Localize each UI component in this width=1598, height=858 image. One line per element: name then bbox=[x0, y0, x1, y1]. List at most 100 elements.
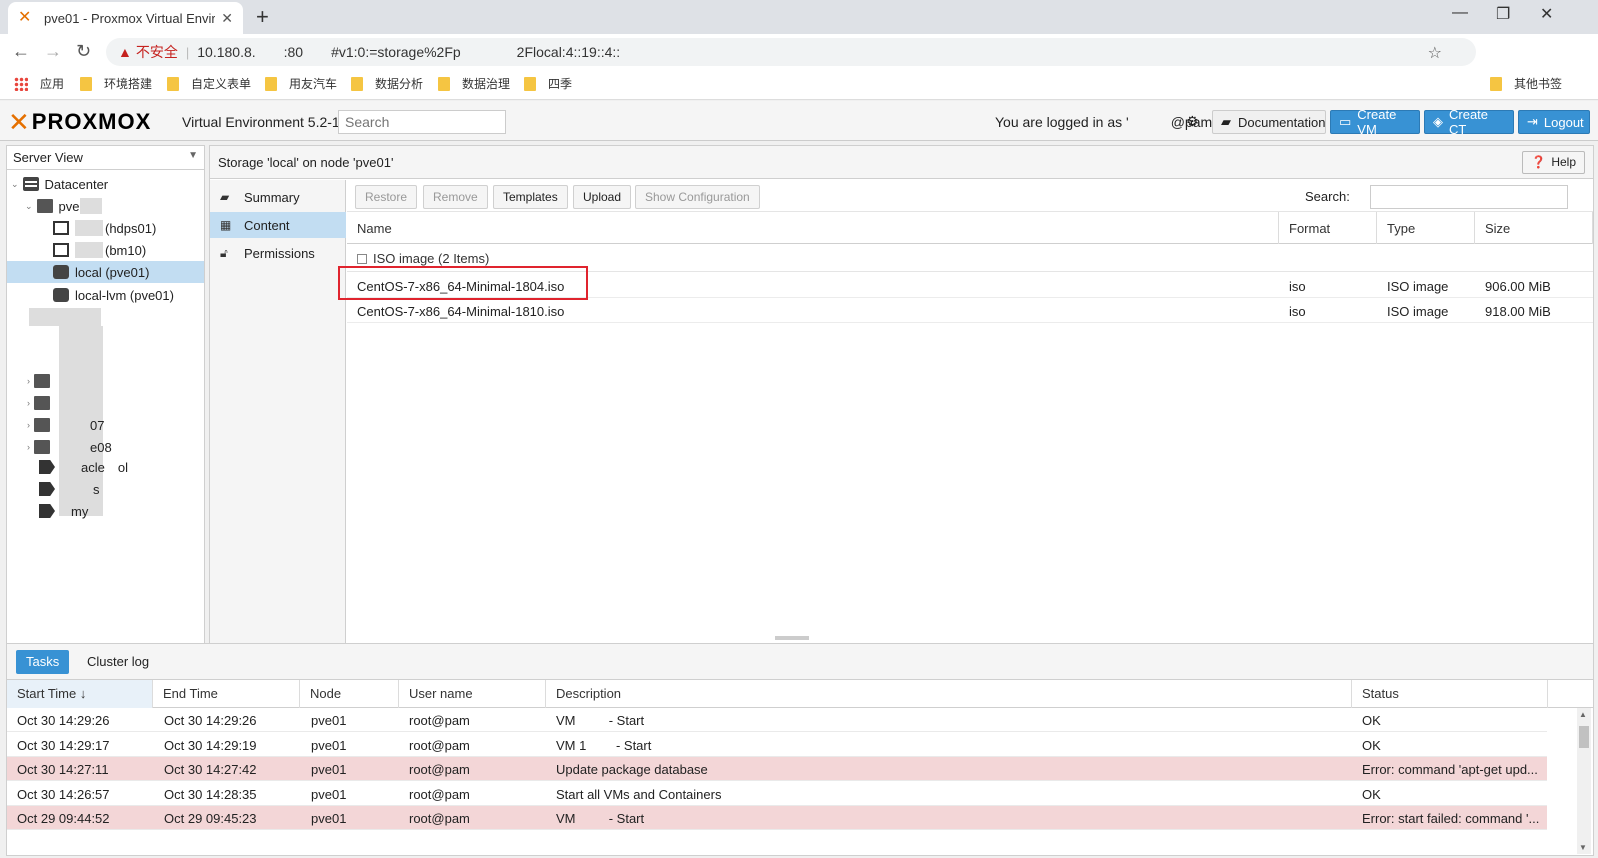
templates-button[interactable]: Templates bbox=[493, 185, 568, 209]
logout-button[interactable]: ⇥ Logout bbox=[1518, 110, 1590, 134]
insecure-label: 不安全 bbox=[135, 44, 178, 60]
documentation-button[interactable]: ▰ Documentation bbox=[1212, 110, 1326, 134]
view-selector[interactable]: Server View ▼ bbox=[7, 146, 204, 170]
column-header-status[interactable]: Status bbox=[1352, 680, 1548, 708]
tree-item-storage-local[interactable]: local (pve01) bbox=[7, 261, 204, 283]
task-row[interactable]: Oct 30 14:27:11 Oct 30 14:27:42 pve01 root@… bbox=[7, 757, 1547, 782]
folder-icon bbox=[351, 76, 363, 91]
upload-button[interactable]: Upload bbox=[573, 185, 632, 209]
bookmark-folder[interactable]: 自定义表单 bbox=[167, 75, 251, 92]
bookmark-label: 应用 bbox=[40, 77, 65, 91]
scroll-down-icon[interactable]: ▼ bbox=[1579, 843, 1587, 852]
restore-button[interactable]: Restore bbox=[355, 185, 418, 209]
bookmark-folder[interactable]: 四季 bbox=[524, 75, 572, 92]
task-row[interactable]: Oct 30 14:29:17 Oct 30 14:29:19 pve01 root@… bbox=[7, 733, 1547, 757]
menu-item-content[interactable]: ▦ Content bbox=[210, 212, 346, 238]
annotation-highlight-box bbox=[338, 266, 588, 300]
task-cell-start: Oct 29 09:44:52 bbox=[17, 811, 110, 827]
panel-title-bar: Storage 'local' on node 'pve01' ❓ Help bbox=[210, 146, 1593, 179]
tree-label: e08 bbox=[90, 439, 112, 455]
tree-item-pool[interactable]: acle ol bbox=[39, 456, 128, 478]
table-row[interactable]: CentOS-7-x86_64-Minimal-1810.iso iso ISO… bbox=[347, 299, 1593, 323]
bookmark-folder[interactable]: 数据分析 bbox=[351, 75, 423, 92]
menu-item-summary[interactable]: ▰ Summary bbox=[210, 184, 346, 210]
folder-icon bbox=[1490, 76, 1502, 91]
minimize-icon[interactable]: — bbox=[1452, 4, 1468, 22]
task-cell-status: Error: command 'apt-get upd... bbox=[1362, 762, 1538, 778]
reload-button[interactable]: ↻ bbox=[76, 41, 91, 62]
tree-item-vm[interactable]: (hdps01) bbox=[53, 217, 156, 239]
tasks-scrollbar[interactable]: ▲ ▼ bbox=[1577, 708, 1591, 854]
show-configuration-button[interactable]: Show Configuration bbox=[635, 185, 760, 209]
tag-icon bbox=[39, 482, 55, 496]
tree-item-node[interactable]: › bbox=[27, 392, 56, 414]
tree-item-node[interactable]: › 07 bbox=[27, 414, 104, 436]
search-input[interactable] bbox=[338, 110, 506, 134]
tree-item-node[interactable]: › e08 bbox=[27, 436, 112, 458]
column-header-start-time[interactable]: Start Time ↓ bbox=[7, 680, 153, 708]
bookmark-folder[interactable]: 用友汽车 bbox=[265, 75, 337, 92]
cell-size: 918.00 MiB bbox=[1485, 304, 1551, 319]
bookmark-folder[interactable]: 环境搭建 bbox=[80, 75, 152, 92]
browser-tab[interactable]: ✕ pve01 - Proxmox Virtual Enviró ✕ bbox=[8, 2, 243, 34]
bookmark-label: 数据分析 bbox=[375, 77, 424, 91]
task-row[interactable]: Oct 29 09:44:52 Oct 29 09:45:23 pve01 root@… bbox=[7, 806, 1547, 831]
bookmark-folder[interactable]: 数据治理 bbox=[438, 75, 510, 92]
column-header-node[interactable]: Node bbox=[300, 680, 399, 708]
resource-tree: Server View ▼ ⌄ Datacenter ⌄ pve (hdps01… bbox=[6, 145, 205, 650]
column-header-description[interactable]: Description bbox=[546, 680, 1352, 708]
tree-label: 07 bbox=[90, 417, 105, 433]
scroll-up-icon[interactable]: ▲ bbox=[1579, 710, 1587, 719]
collapse-group-icon[interactable] bbox=[357, 254, 367, 264]
view-selector-value: Server View bbox=[13, 150, 83, 165]
column-header-type[interactable]: Type bbox=[1377, 212, 1475, 244]
menu-item-permissions[interactable]: 🔓︎ Permissions bbox=[210, 240, 346, 266]
url-separator: | bbox=[185, 44, 190, 60]
gear-icon[interactable]: ⚙ bbox=[1186, 113, 1199, 130]
content-search-input[interactable] bbox=[1370, 185, 1568, 209]
close-window-icon[interactable]: ✕ bbox=[1540, 4, 1553, 24]
help-button[interactable]: ❓ Help bbox=[1522, 151, 1585, 174]
task-cell-desc: VM 1 - Start bbox=[556, 737, 652, 753]
remove-button[interactable]: Remove bbox=[423, 185, 488, 209]
server-icon bbox=[34, 396, 50, 410]
column-header-format[interactable]: Format bbox=[1279, 212, 1377, 244]
tree-item-node[interactable]: ⌄ pve bbox=[25, 195, 102, 217]
expand-icon: › bbox=[27, 442, 30, 452]
documentation-label: Documentation bbox=[1238, 114, 1326, 130]
scrollbar-thumb[interactable] bbox=[1579, 726, 1589, 748]
task-row[interactable]: Oct 30 14:26:57 Oct 30 14:28:35 pve01 root@… bbox=[7, 782, 1547, 806]
bookmark-star-icon[interactable]: ☆ bbox=[1428, 43, 1442, 63]
create-vm-button[interactable]: ▭ Create VM bbox=[1330, 107, 1420, 137]
browser-tab-title: pve01 - Proxmox Virtual Enviró bbox=[44, 10, 216, 26]
bookmark-apps[interactable]: 应用 bbox=[14, 75, 64, 92]
task-row[interactable]: Oct 30 14:29:26 Oct 30 14:29:26 pve01 root@… bbox=[7, 708, 1547, 732]
url-field[interactable]: ▲ 不安全 | 10.180.8. :80 #v1:0:=storage%2Fp… bbox=[106, 38, 1476, 66]
column-header-name[interactable]: Name bbox=[347, 212, 1279, 244]
column-header-user[interactable]: User name bbox=[399, 680, 546, 708]
back-button[interactable]: ← bbox=[12, 41, 30, 62]
close-tab-icon[interactable]: ✕ bbox=[221, 10, 233, 27]
tree-item-pool[interactable]: my bbox=[39, 500, 88, 522]
bookmark-other[interactable]: 其他书签 bbox=[1490, 75, 1562, 92]
forward-button[interactable]: → bbox=[44, 41, 62, 62]
tree-item-node[interactable]: › bbox=[27, 370, 56, 392]
tree-item-pool[interactable]: s bbox=[39, 478, 100, 500]
tab-tasks[interactable]: Tasks bbox=[16, 650, 70, 674]
tree-label: local-lvm (pve01) bbox=[75, 287, 174, 303]
create-ct-button[interactable]: ◈ Create CT bbox=[1424, 107, 1514, 137]
task-cell-start: Oct 30 14:29:26 bbox=[17, 713, 110, 728]
panel-splitter[interactable] bbox=[775, 636, 809, 640]
tree-item-vm[interactable]: (bm10) bbox=[53, 239, 146, 261]
logged-in-text: You are logged in as ' @pam' bbox=[995, 114, 1215, 130]
tab-cluster-log[interactable]: Cluster log bbox=[77, 650, 159, 674]
tree-item-storage-lvm[interactable]: local-lvm (pve01) bbox=[53, 284, 174, 306]
column-header-size[interactable]: Size bbox=[1475, 212, 1593, 244]
column-header-end-time[interactable]: End Time bbox=[153, 680, 300, 708]
storage-panel: Storage 'local' on node 'pve01' ❓ Help ▰ S… bbox=[209, 145, 1594, 650]
new-tab-button[interactable]: + bbox=[256, 4, 269, 30]
browser-tab-bar: ✕ pve01 - Proxmox Virtual Enviró ✕ + — ❐… bbox=[0, 0, 1598, 34]
restore-window-icon[interactable]: ❐ bbox=[1496, 4, 1510, 24]
tree-item-datacenter[interactable]: ⌄ Datacenter bbox=[11, 173, 108, 195]
task-cell-desc: Update package database bbox=[556, 762, 708, 778]
